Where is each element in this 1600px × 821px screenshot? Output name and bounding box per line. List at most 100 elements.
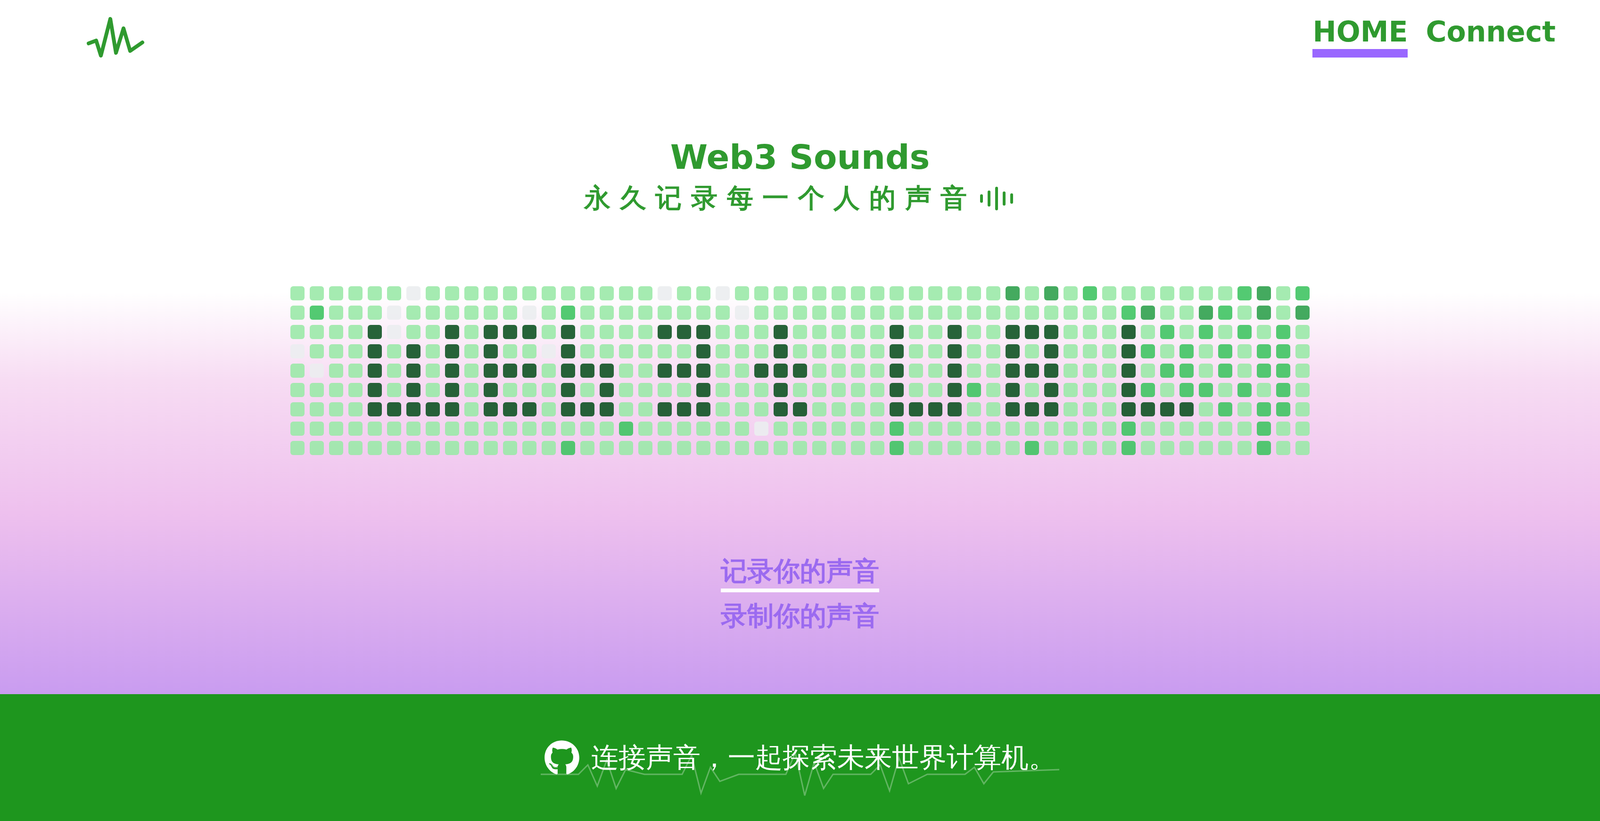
grid-cell (638, 402, 653, 417)
grid-cell (1276, 344, 1291, 359)
grid-cell (1276, 363, 1291, 378)
grid-cell (831, 402, 846, 417)
grid-cell (676, 363, 692, 378)
grid-cell (1160, 382, 1175, 397)
grid-cell (541, 286, 556, 301)
grid-cell (329, 440, 344, 455)
grid-cell (1082, 382, 1097, 397)
grid-cell (599, 324, 614, 339)
action-button[interactable]: 记录你的声音 (720, 553, 880, 593)
grid-cell (387, 402, 402, 417)
grid-cell (1140, 440, 1155, 455)
grid-cell (1218, 344, 1233, 359)
nav-link[interactable]: HOME (1312, 16, 1408, 58)
grid-cell (850, 305, 866, 320)
footer-text: 连接声音，一起探索未来世界计算机。 (591, 739, 1056, 776)
grid-cell (754, 363, 769, 378)
grid-cell (1276, 440, 1291, 455)
grid-cell (290, 421, 305, 436)
grid-cell (1005, 305, 1020, 320)
grid-cell (1160, 440, 1175, 455)
grid-cell (947, 305, 962, 320)
grid-cell (1218, 421, 1233, 436)
grid-cell (348, 402, 363, 417)
grid-cell (560, 305, 576, 320)
grid-cell (986, 305, 1001, 320)
grid-cell (599, 286, 614, 301)
grid-cell (889, 305, 904, 320)
grid-cell (773, 324, 788, 339)
grid-cell (1218, 363, 1233, 378)
grid-cell (1237, 286, 1252, 301)
grid-cell (1179, 382, 1194, 397)
grid-cell (638, 440, 653, 455)
grid-cell (541, 305, 556, 320)
grid-cell (1102, 286, 1117, 301)
grid-cell (483, 344, 498, 359)
grid-cell (522, 305, 537, 320)
github-icon[interactable] (544, 739, 580, 776)
grid-cell (928, 324, 943, 339)
grid-cell (986, 440, 1001, 455)
grid-row (290, 286, 1310, 301)
grid-cell (928, 402, 943, 417)
grid-cell (754, 440, 769, 455)
grid-cell (1218, 305, 1233, 320)
grid-cell (696, 402, 711, 417)
grid-cell (445, 402, 460, 417)
grid-row (290, 305, 1310, 320)
grid-cell (1198, 382, 1213, 397)
grid-cell (715, 382, 730, 397)
grid-cell (406, 421, 421, 436)
grid-cell (406, 382, 421, 397)
grid-cell (522, 440, 537, 455)
action-button[interactable]: 录制你的声音 (720, 598, 880, 637)
grid-cell (792, 440, 808, 455)
logo-icon[interactable] (86, 14, 146, 66)
grid-cell (1102, 344, 1117, 359)
grid-cell (947, 440, 962, 455)
hero-title: Web3 Sounds (670, 136, 931, 178)
grid-cell (1063, 402, 1078, 417)
grid-cell (406, 324, 421, 339)
grid-cell (1237, 440, 1252, 455)
grid-cell (966, 286, 982, 301)
grid-row (290, 402, 1310, 417)
grid-cell (560, 363, 576, 378)
grid-cell (1198, 421, 1213, 436)
grid-cell (309, 344, 324, 359)
grid-cell (1044, 440, 1059, 455)
grid-cell (1256, 421, 1271, 436)
grid-cell (657, 286, 672, 301)
grid-cell (1198, 286, 1213, 301)
grid-cell (348, 440, 363, 455)
grid-row (290, 382, 1310, 397)
grid-cell (1256, 286, 1271, 301)
grid-cell (1024, 286, 1040, 301)
grid-cell (503, 382, 518, 397)
grid-cell (754, 421, 769, 436)
grid-cell (638, 286, 653, 301)
grid-cell (387, 421, 402, 436)
grid-cell (812, 324, 827, 339)
grid-row (290, 363, 1310, 378)
grid-cell (425, 305, 440, 320)
grid-cell (406, 363, 421, 378)
grid-cell (464, 440, 479, 455)
grid-cell (908, 440, 924, 455)
grid-cell (483, 440, 498, 455)
grid-cell (618, 382, 634, 397)
grid-cell (1256, 402, 1271, 417)
grid-cell (947, 286, 962, 301)
grid-cell (870, 286, 885, 301)
grid-cell (870, 363, 885, 378)
nav-link[interactable]: Connect (1425, 16, 1556, 58)
grid-cell (1121, 421, 1136, 436)
grid-cell (483, 382, 498, 397)
grid-cell (329, 324, 344, 339)
grid-cell (889, 421, 904, 436)
grid-cell (522, 286, 537, 301)
grid-cell (754, 344, 769, 359)
grid-cell (1063, 344, 1078, 359)
grid-cell (870, 305, 885, 320)
